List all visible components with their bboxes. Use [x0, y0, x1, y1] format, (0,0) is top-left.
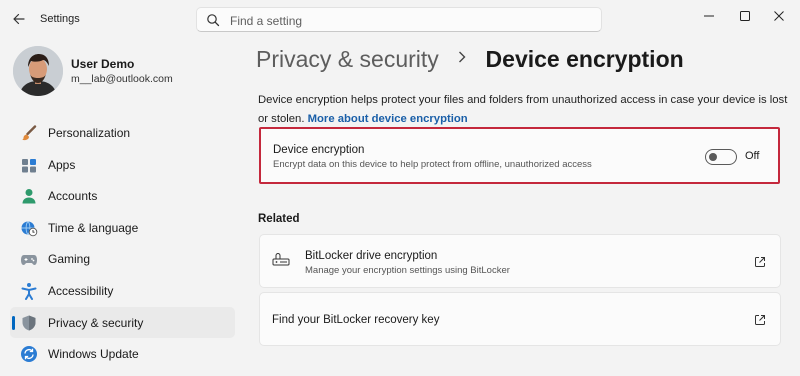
sidebar-item-gaming[interactable]: Gaming [10, 243, 235, 275]
recovery-key-title: Find your BitLocker recovery key [272, 314, 440, 326]
breadcrumb: Privacy & security Device encryption [256, 46, 684, 78]
toggle-knob [709, 153, 717, 161]
selection-indicator [12, 315, 15, 330]
bitlocker-subtitle: Manage your encryption settings using Bi… [305, 265, 510, 276]
title-bar: Settings Find a setting [0, 0, 800, 38]
search-icon [207, 14, 220, 27]
user-name: User Demo [71, 57, 135, 71]
page-description: Device encryption helps protect your fil… [258, 91, 788, 129]
device-encryption-title: Device encryption [273, 144, 365, 156]
paintbrush-icon [22, 125, 37, 141]
sidebar-item-privacy-security[interactable]: Privacy & security [10, 306, 235, 339]
related-heading: Related [258, 213, 300, 225]
avatar-image [13, 46, 63, 96]
device-encryption-toggle[interactable] [705, 149, 737, 165]
learn-more-link[interactable]: More about device encryption [308, 113, 468, 125]
globe-clock-icon [21, 220, 38, 237]
chevron-right-icon [457, 50, 467, 69]
user-profile[interactable]: User Demo m__lab@outlook.com [13, 46, 233, 96]
user-email: m__lab@outlook.com [71, 73, 173, 85]
device-encryption-subtitle: Encrypt data on this device to help prot… [273, 159, 592, 170]
sidebar-item-label: Apps [48, 157, 76, 172]
minimize-button[interactable] [697, 6, 721, 26]
sidebar-item-label: Accessibility [48, 283, 114, 298]
sidebar-item-label: Windows Update [48, 347, 139, 362]
sidebar-item-label: Gaming [48, 252, 91, 267]
bitlocker-link-card[interactable]: BitLocker drive encryption Manage your e… [259, 234, 781, 288]
device-encryption-card: Device encryption Encrypt data on this d… [259, 127, 780, 184]
sidebar-item-apps[interactable]: Apps [10, 149, 235, 181]
open-external-icon [755, 257, 765, 267]
accessibility-icon [21, 282, 37, 300]
sidebar-item-label: Personalization [48, 126, 131, 140]
recovery-key-link-card[interactable]: Find your BitLocker recovery key [259, 292, 781, 346]
breadcrumb-parent[interactable]: Privacy & security [256, 46, 439, 72]
update-icon [21, 346, 37, 363]
search-placeholder: Find a setting [230, 14, 303, 28]
apps-icon [22, 158, 36, 173]
sidebar-item-accessibility[interactable]: Accessibility [10, 275, 235, 307]
maximize-icon [740, 11, 750, 21]
person-icon [22, 189, 36, 204]
sidebar-item-label: Time & language [48, 220, 139, 235]
sidebar-nav: Personalization Apps Accounts Time & lan… [10, 117, 235, 370]
sidebar-item-label: Privacy & security [48, 315, 144, 330]
toggle-state-label: Off [745, 150, 760, 162]
back-arrow-icon [13, 13, 25, 25]
gamepad-icon [21, 255, 37, 266]
sidebar-item-windows-update[interactable]: Windows Update [10, 338, 235, 370]
open-external-icon [755, 315, 765, 325]
sidebar-item-accounts[interactable]: Accounts [10, 180, 235, 212]
back-button[interactable] [10, 10, 28, 28]
search-box[interactable]: Find a setting [196, 7, 602, 32]
close-icon [774, 11, 784, 21]
sidebar-item-time-language[interactable]: Time & language [10, 212, 235, 244]
sidebar-item-label: Accounts [48, 189, 98, 204]
maximize-button[interactable] [733, 6, 757, 26]
app-title: Settings [40, 13, 80, 25]
bitlocker-title: BitLocker drive encryption [305, 250, 438, 262]
close-button[interactable] [767, 6, 791, 26]
sidebar-item-personalization[interactable]: Personalization [10, 117, 235, 149]
bitlocker-key-icon [272, 253, 290, 266]
minimize-icon [704, 15, 714, 17]
page-title: Device encryption [485, 46, 684, 72]
shield-icon [22, 315, 36, 331]
avatar [13, 46, 63, 96]
